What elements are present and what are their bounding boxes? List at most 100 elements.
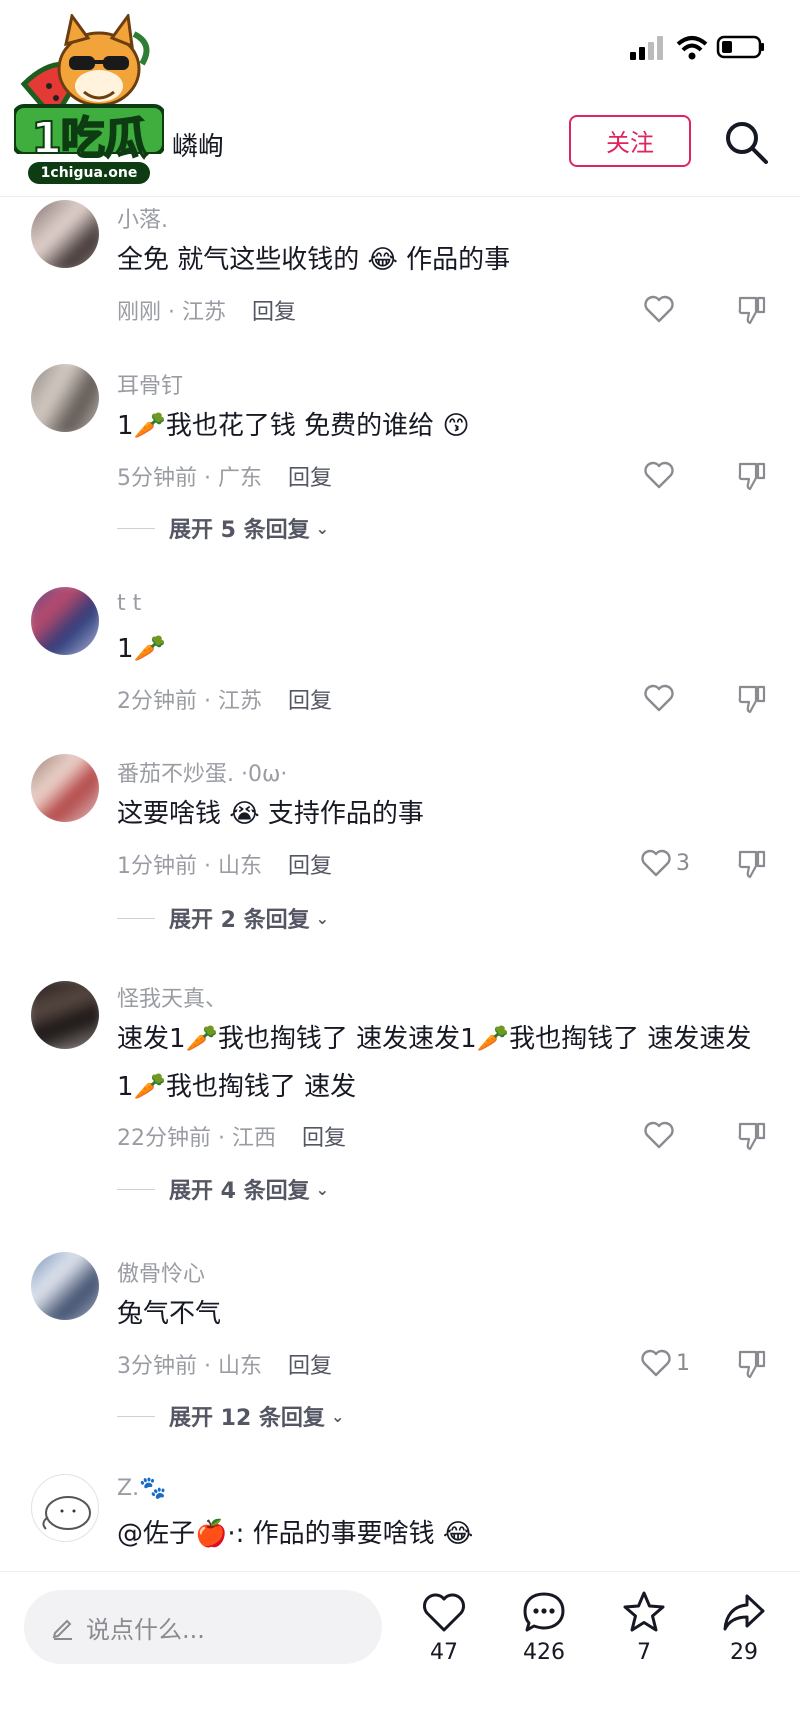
avatar[interactable] <box>31 200 99 268</box>
avatar[interactable] <box>31 981 99 1049</box>
comment-text: 1🥕 <box>117 634 166 664</box>
bottom-action-bar: 说点什么... 47 426 7 29 <box>0 1571 800 1731</box>
chevron-down-icon: ⌄ <box>330 1406 345 1426</box>
comment-meta: 3分钟前 · 山东 回复 <box>117 1348 332 1380</box>
comment-username[interactable]: t t <box>117 591 141 616</box>
comment-meta: 1分钟前 · 山东 回复 <box>117 848 332 880</box>
dislike-button[interactable] <box>736 1120 768 1152</box>
reply-button[interactable]: 回复 <box>288 854 332 879</box>
follow-button[interactable]: 关注 <box>569 115 691 167</box>
wifi-icon <box>676 36 708 60</box>
divider <box>117 917 155 919</box>
comment-meta: 5分钟前 · 广东 回复 <box>117 460 332 492</box>
comment-text: 全免 就气这些收钱的 😂 作品的事 <box>117 245 511 275</box>
heart-icon <box>644 684 674 712</box>
share-icon <box>723 1594 765 1631</box>
like-button[interactable] <box>643 292 675 326</box>
avatar[interactable] <box>31 587 99 655</box>
channel-name: 嶙峋 <box>172 132 225 162</box>
favorite-action-button[interactable]: 7 <box>604 1588 684 1665</box>
comment-username[interactable]: 耳骨钉 <box>117 368 183 400</box>
comment-item: t t 1🥕 2分钟前 · 江苏 回复 <box>0 585 800 715</box>
heart-icon <box>644 1121 674 1149</box>
expand-replies-button[interactable]: 展开 5 条回复 ⌄ <box>117 512 329 544</box>
heart-icon <box>644 295 674 323</box>
comment-input[interactable]: 说点什么... <box>24 1590 382 1664</box>
thumbs-down-icon <box>738 1122 766 1151</box>
comment-time-location: 3分钟前 · 山东 <box>117 1354 262 1379</box>
expand-replies-button[interactable]: 展开 2 条回复 ⌄ <box>117 902 329 934</box>
avatar[interactable] <box>31 1252 99 1320</box>
like-count: 3 <box>676 850 690 876</box>
share-count: 29 <box>730 1640 758 1665</box>
expand-replies-label: 展开 4 条回复 <box>169 1179 310 1204</box>
top-bar: 1吃瓜 1chigua.one 嶙峋 关注 <box>0 0 800 197</box>
comment-username[interactable]: 傲骨怜心 <box>117 1256 205 1288</box>
comment-username[interactable]: 小落. <box>117 202 168 234</box>
like-count: 1 <box>676 1350 690 1376</box>
like-button[interactable]: 3 <box>640 846 690 880</box>
comment-count: 426 <box>523 1640 565 1665</box>
chevron-down-icon: ⌄ <box>315 518 330 538</box>
comment-text: 兔气不气 <box>117 1299 222 1329</box>
favorite-count: 7 <box>637 1640 651 1665</box>
reply-button[interactable]: 回复 <box>252 300 296 325</box>
dislike-button[interactable] <box>736 1348 768 1380</box>
cartoon-avatar-icon <box>42 1496 91 1530</box>
battery-icon <box>716 35 764 59</box>
comment-item: 番茄不炒蛋. ·0ω· 这要啥钱 😭 支持作品的事 1分钟前 · 山东 回复 3 … <box>0 750 800 940</box>
comment-input-placeholder: 说点什么... <box>86 1615 205 1644</box>
expand-replies-label: 展开 2 条回复 <box>169 908 310 933</box>
thumbs-down-icon <box>738 1350 766 1379</box>
avatar[interactable] <box>31 1474 99 1542</box>
dislike-button[interactable] <box>736 294 768 326</box>
watermark-logo: 1吃瓜 1chigua.one <box>12 12 166 194</box>
logo-text: 1吃瓜 <box>30 112 149 165</box>
comment-meta: 2分钟前 · 江苏 回复 <box>117 683 332 715</box>
thumbs-down-icon <box>738 462 766 491</box>
reply-button[interactable]: 回复 <box>302 1126 346 1151</box>
share-action-button[interactable]: 29 <box>704 1588 784 1665</box>
expand-replies-button[interactable]: 展开 12 条回复 ⌄ <box>117 1400 344 1432</box>
like-button[interactable]: 1 <box>640 1346 690 1380</box>
signal-icon <box>630 36 663 60</box>
heart-icon <box>641 849 671 877</box>
dislike-button[interactable] <box>736 848 768 880</box>
comment-meta: 22分钟前 · 江西 回复 <box>117 1120 346 1152</box>
thumbs-down-icon <box>738 685 766 714</box>
comment-meta: 刚刚 · 江苏 回复 <box>117 294 296 326</box>
comment-text: 1🥕我也花了钱 免费的谁给 😙 <box>117 411 470 441</box>
comment-username[interactable]: 怪我天真、 <box>117 981 227 1013</box>
divider <box>117 1188 155 1190</box>
heart-icon <box>423 1593 465 1632</box>
search-icon <box>726 122 768 164</box>
comment-time-location: 5分钟前 · 广东 <box>117 466 262 491</box>
search-button[interactable] <box>722 118 772 168</box>
reply-button[interactable]: 回复 <box>288 1354 332 1379</box>
comment-time-location: 2分钟前 · 江苏 <box>117 689 262 714</box>
like-action-button[interactable]: 47 <box>404 1588 484 1665</box>
comment-action-button[interactable]: 426 <box>504 1588 584 1665</box>
like-button[interactable] <box>643 1118 675 1152</box>
comment-time-location: 刚刚 · 江苏 <box>117 300 226 325</box>
divider <box>117 527 155 529</box>
reply-button[interactable]: 回复 <box>288 466 332 491</box>
comment-item: Z.🐾 @佐子🍎·: 作品的事要啥钱 😂 <box>0 1470 800 1570</box>
comment-time-location: 22分钟前 · 江西 <box>117 1126 276 1151</box>
status-bar <box>630 32 770 62</box>
dislike-button[interactable] <box>736 683 768 715</box>
heart-icon <box>644 461 674 489</box>
avatar[interactable] <box>31 754 99 822</box>
comment-username[interactable]: Z.🐾 <box>117 1476 166 1501</box>
avatar[interactable] <box>31 364 99 432</box>
comment-item: 小落. 全免 就气这些收钱的 😂 作品的事 刚刚 · 江苏 回复 <box>0 196 800 336</box>
logo-domain: 1chigua.one <box>28 162 150 184</box>
expand-replies-button[interactable]: 展开 4 条回复 ⌄ <box>117 1173 329 1205</box>
comment-username[interactable]: 番茄不炒蛋. ·0ω· <box>117 756 287 788</box>
like-button[interactable] <box>643 458 675 492</box>
heart-icon <box>641 1349 671 1377</box>
reply-button[interactable]: 回复 <box>288 689 332 714</box>
comment-item: 耳骨钉 1🥕我也花了钱 免费的谁给 😙 5分钟前 · 广东 回复 展开 5 条回复… <box>0 362 800 552</box>
dislike-button[interactable] <box>736 460 768 492</box>
like-button[interactable] <box>643 681 675 715</box>
